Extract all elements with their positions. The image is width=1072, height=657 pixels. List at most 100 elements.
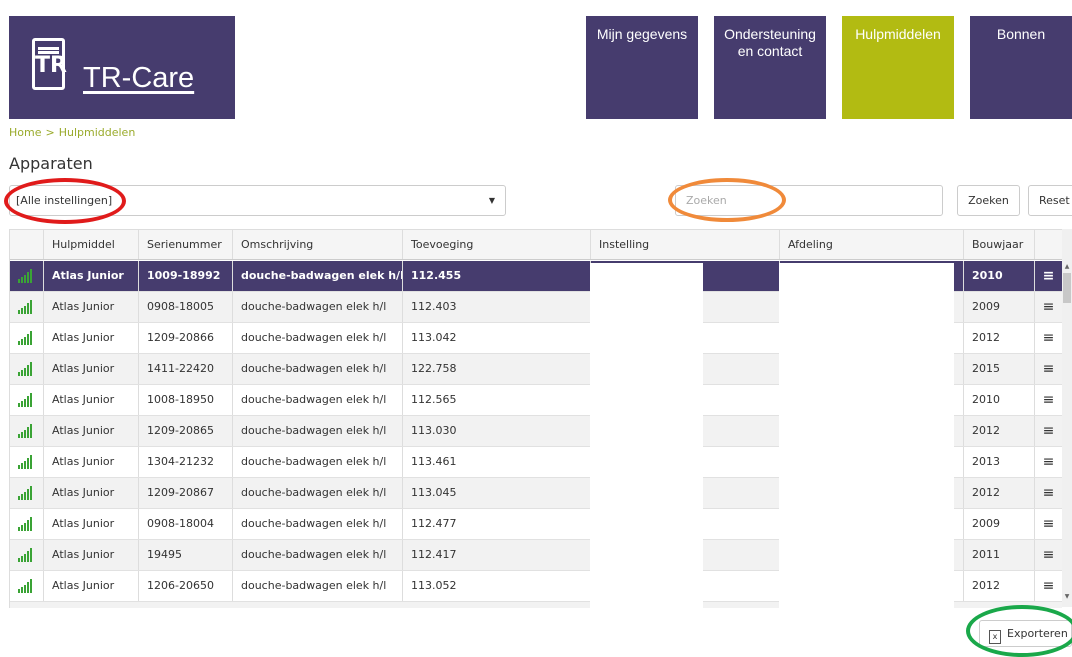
cell-serial: 1304-21232 (138, 447, 232, 477)
cell-year: 2012 (963, 571, 1034, 601)
cell-addition: 112.477 (402, 509, 590, 539)
cell-desc: douche-badwagen elek h/l (232, 509, 402, 539)
cell-addition: 113.030 (402, 416, 590, 446)
signal-strength-icon (18, 517, 32, 531)
breadcrumb-separator: > (45, 126, 55, 139)
cell-serial: 0908-18005 (138, 292, 232, 322)
nav-ondersteuning-label: Ondersteuning en contact (724, 26, 816, 59)
column-header[interactable]: Hulpmiddel (43, 230, 138, 259)
signal-cell (10, 385, 43, 415)
cell-desc: douche-badwagen elek h/l (232, 447, 402, 477)
row-menu-icon[interactable]: ≡ (1034, 416, 1062, 446)
cell-serial: 1008-18950 (138, 385, 232, 415)
row-menu-icon[interactable]: ≡ (1034, 323, 1062, 353)
signal-strength-icon (18, 579, 32, 593)
signal-strength-icon (18, 300, 32, 314)
table-scrollbar[interactable]: ▲ ▼ (1062, 229, 1072, 607)
nav-hulpmiddelen[interactable]: Hulpmiddelen (842, 16, 954, 119)
column-header[interactable] (10, 230, 43, 259)
signal-cell (10, 571, 43, 601)
nav-bonnen[interactable]: Bonnen (970, 16, 1072, 119)
cell-year: 2012 (963, 478, 1034, 508)
cell-device: Atlas Junior (43, 478, 138, 508)
cell-serial: 1009-18992 (138, 261, 232, 291)
scroll-up-icon[interactable]: ▲ (1062, 263, 1072, 270)
column-header[interactable]: Instelling (590, 230, 779, 259)
signal-cell (10, 447, 43, 477)
export-button[interactable]: x Exporteren (979, 620, 1072, 647)
cell-year: 2011 (963, 540, 1034, 570)
signal-strength-icon (18, 486, 32, 500)
cell-desc: douche-badwagen elek h/l (232, 571, 402, 601)
devices-table: Hulpmiddel Serienummer Omschrijving Toevoeg… (9, 229, 1072, 608)
column-header[interactable]: Bouwjaar (963, 230, 1034, 259)
cell-device: Atlas Junior (43, 323, 138, 353)
scroll-down-icon[interactable]: ▼ (1062, 593, 1072, 600)
cell-desc: douche-badwagen elek h/l (232, 292, 402, 322)
signal-cell (10, 261, 43, 291)
row-menu-icon[interactable]: ≡ (1034, 571, 1062, 601)
signal-cell (10, 540, 43, 570)
signal-strength-icon (18, 424, 32, 438)
cell-year: 2010 (963, 385, 1034, 415)
scrollbar-thumb[interactable] (1063, 273, 1071, 303)
cell-year: 2009 (963, 509, 1034, 539)
cell-serial: 19495 (138, 540, 232, 570)
cell-desc: douche-badwagen elek h/l (232, 323, 402, 353)
cell-desc: douche-badwagen elek h/l (232, 478, 402, 508)
search-button[interactable]: Zoeken (957, 185, 1020, 216)
cell-desc: douche-badwagen elek h/l (232, 540, 402, 570)
column-header[interactable]: Serienummer (138, 230, 232, 259)
redacted-afdeling (779, 263, 954, 608)
row-menu-icon[interactable]: ≡ (1034, 261, 1062, 291)
cell-device: Atlas Junior (43, 292, 138, 322)
column-header[interactable]: Afdeling (779, 230, 963, 259)
cell-serial: 0908-18004 (138, 509, 232, 539)
row-menu-icon[interactable]: ≡ (1034, 447, 1062, 477)
reset-button[interactable]: Reset (1028, 185, 1072, 216)
cell-device: Atlas Junior (43, 509, 138, 539)
column-header[interactable] (1034, 230, 1062, 259)
cell-serial: 1209-20865 (138, 416, 232, 446)
cell-desc: douche-badwagen elek h/l (232, 385, 402, 415)
cell-desc: douche-badwagen elek h/l (232, 261, 402, 291)
logo-mark-text: TR (35, 53, 67, 78)
brand-logo[interactable]: TR TR-Care (9, 16, 235, 119)
search-input[interactable]: Zoeken (675, 185, 943, 216)
cell-year: 2012 (963, 323, 1034, 353)
row-menu-icon[interactable]: ≡ (1034, 354, 1062, 384)
cell-year: 2013 (963, 447, 1034, 477)
cell-addition: 113.042 (402, 323, 590, 353)
cell-addition: 113.052 (402, 571, 590, 601)
row-menu-icon[interactable]: ≡ (1034, 292, 1062, 322)
cell-serial: 1209-20867 (138, 478, 232, 508)
column-header[interactable]: Toevoeging (402, 230, 590, 259)
nav-mijn-gegevens[interactable]: Mijn gegevens (586, 16, 698, 119)
row-menu-icon[interactable]: ≡ (1034, 509, 1062, 539)
cell-year: 2015 (963, 354, 1034, 384)
row-menu-icon[interactable]: ≡ (1034, 385, 1062, 415)
cell-serial: 1206-20650 (138, 571, 232, 601)
row-menu-icon[interactable]: ≡ (1034, 478, 1062, 508)
signal-cell (10, 292, 43, 322)
breadcrumb-current: Hulpmiddelen (58, 126, 136, 139)
tr-logo-icon: TR (32, 38, 67, 90)
nav-ondersteuning[interactable]: Ondersteuning en contact (714, 16, 826, 119)
cell-addition: 113.461 (402, 447, 590, 477)
institution-select[interactable]: [Alle instellingen] ▼ (9, 185, 506, 216)
row-menu-icon[interactable]: ≡ (1034, 540, 1062, 570)
cell-serial: 1411-22420 (138, 354, 232, 384)
cell-desc: douche-badwagen elek h/l (232, 416, 402, 446)
cell-addition: 122.758 (402, 354, 590, 384)
signal-cell (10, 478, 43, 508)
cell-device: Atlas Junior (43, 261, 138, 291)
cell-year: 2010 (963, 261, 1034, 291)
cell-device: Atlas Junior (43, 447, 138, 477)
signal-cell (10, 416, 43, 446)
breadcrumb-home[interactable]: Home (9, 126, 41, 139)
cell-device: Atlas Junior (43, 354, 138, 384)
column-header[interactable]: Omschrijving (232, 230, 402, 259)
cell-addition: 112.417 (402, 540, 590, 570)
signal-strength-icon (18, 548, 32, 562)
cell-addition: 113.045 (402, 478, 590, 508)
